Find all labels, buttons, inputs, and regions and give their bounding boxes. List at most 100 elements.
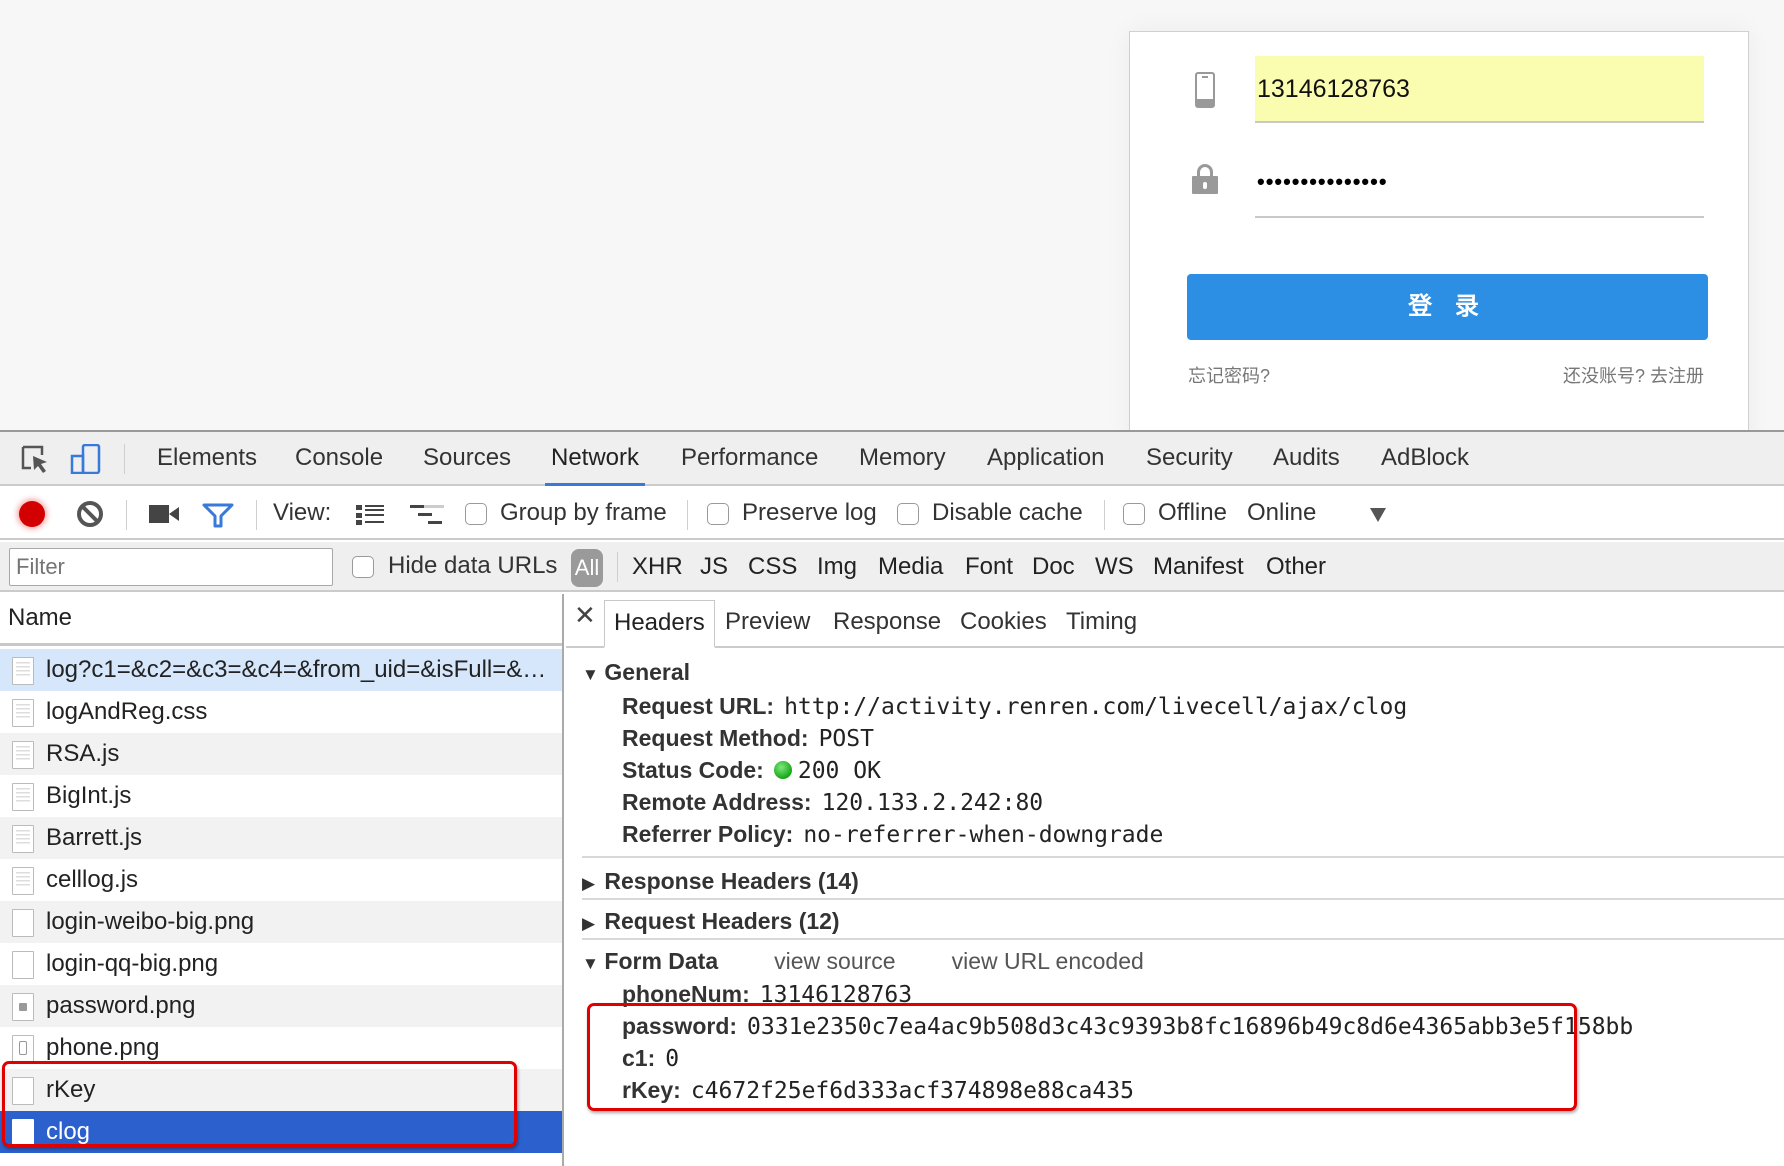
document-file-icon	[12, 825, 34, 853]
register-link[interactable]: 还没账号? 去注册	[1563, 362, 1704, 388]
request-url-row: Request URL: http://activity.renren.com/l…	[622, 693, 1408, 720]
document-file-icon	[12, 867, 34, 895]
throttling-select[interactable]: Online	[1247, 499, 1316, 527]
password-input[interactable]: •••••••••••••••	[1255, 150, 1704, 218]
request-name: clog	[46, 1118, 91, 1145]
request-headers-toggle[interactable]: ▶ Request Headers (12)	[582, 908, 840, 935]
request-name: BigInt.js	[46, 782, 132, 809]
request-row[interactable]: login-qq-big.png	[0, 943, 562, 985]
forgot-password-link[interactable]: 忘记密码?	[1188, 362, 1270, 388]
devtools-tab-bar: Elements Console Sources Network Perform…	[0, 432, 1784, 486]
inspect-element-icon[interactable]	[20, 444, 50, 474]
form-data-toggle[interactable]: ▼ Form Data view source view URL encoded	[582, 948, 1144, 975]
request-url-value: http://activity.renren.com/livecell/ajax…	[784, 694, 1408, 720]
filter-type-img[interactable]: Img	[817, 542, 857, 592]
name-column-header[interactable]: Name	[0, 594, 562, 646]
request-row[interactable]: clog	[0, 1111, 562, 1153]
tab-response[interactable]: Response	[824, 600, 950, 648]
filter-type-css[interactable]: CSS	[748, 542, 797, 592]
request-row[interactable]: phone.png	[0, 1027, 562, 1069]
general-title: General	[604, 659, 691, 685]
filter-bar: Hide data URLs All XHR JS CSS Img Media …	[0, 542, 1784, 592]
request-row[interactable]: password.png	[0, 985, 562, 1027]
filter-input[interactable]	[9, 548, 333, 586]
filter-type-ws[interactable]: WS	[1095, 542, 1134, 592]
request-row[interactable]: Barrett.js	[0, 817, 562, 859]
request-name: RSA.js	[46, 740, 120, 767]
filter-type-manifest[interactable]: Manifest	[1153, 542, 1244, 592]
filter-type-other[interactable]: Other	[1266, 542, 1326, 592]
tab-audits[interactable]: Audits	[1273, 432, 1340, 484]
request-row[interactable]: logAndReg.css	[0, 691, 562, 733]
request-row[interactable]: BigInt.js	[0, 775, 562, 817]
device-toolbar-icon[interactable]	[70, 444, 102, 474]
tab-security[interactable]: Security	[1146, 432, 1233, 484]
large-rows-icon[interactable]	[356, 504, 384, 526]
tab-console[interactable]: Console	[295, 432, 383, 484]
close-icon[interactable]: ✕	[574, 600, 596, 631]
response-headers-toggle[interactable]: ▶ Response Headers (14)	[582, 868, 859, 895]
request-row[interactable]: celllog.js	[0, 859, 562, 901]
filter-type-xhr[interactable]: XHR	[632, 542, 683, 592]
tab-sources[interactable]: Sources	[423, 432, 511, 484]
toolbar-divider	[124, 444, 125, 474]
view-source-link[interactable]: view source	[774, 948, 895, 974]
tab-network[interactable]: Network	[544, 432, 646, 486]
filter-type-doc[interactable]: Doc	[1032, 542, 1075, 592]
request-name: log?c1=&c2=&c3=&c4=&from_uid=&isFull=&…	[46, 656, 547, 683]
request-row[interactable]: log?c1=&c2=&c3=&c4=&from_uid=&isFull=&…	[0, 649, 562, 691]
hide-data-urls-checkbox[interactable]	[352, 556, 374, 578]
preserve-log-checkbox[interactable]	[707, 503, 729, 525]
triangle-right-icon: ▶	[582, 874, 596, 893]
document-file-icon	[12, 741, 34, 769]
status-code-row: Status Code: 200 OK	[622, 757, 881, 784]
request-row[interactable]: rKey	[0, 1069, 562, 1111]
blank-file-icon	[12, 909, 34, 937]
blank-file-icon	[12, 1077, 34, 1105]
record-button[interactable]	[19, 501, 45, 527]
phone-input[interactable]: 13146128763	[1255, 56, 1704, 123]
tab-application[interactable]: Application	[987, 432, 1104, 484]
request-row[interactable]: login-weibo-big.png	[0, 901, 562, 943]
remote-address-row: Remote Address: 120.133.2.242:80	[622, 789, 1044, 816]
filter-funnel-icon[interactable]	[202, 502, 234, 528]
tab-headers[interactable]: Headers	[604, 600, 715, 648]
filter-divider	[617, 552, 618, 582]
clear-icon[interactable]	[77, 501, 103, 527]
view-url-encoded-link[interactable]: view URL encoded	[952, 948, 1144, 974]
toolbar-divider	[1104, 500, 1105, 530]
tab-performance[interactable]: Performance	[681, 432, 818, 484]
section-divider	[582, 856, 1784, 858]
web-page: 13146128763 ••••••••••••••• 登 录 忘记密码? 还没…	[0, 0, 1784, 451]
tab-memory[interactable]: Memory	[859, 432, 946, 484]
blank-file-icon	[12, 1119, 34, 1147]
referrer-policy-row: Referrer Policy: no-referrer-when-downgra…	[622, 821, 1164, 848]
disable-cache-checkbox[interactable]	[897, 503, 919, 525]
tab-timing[interactable]: Timing	[1057, 600, 1146, 648]
tab-elements[interactable]: Elements	[157, 432, 257, 484]
document-file-icon	[12, 657, 34, 685]
triangle-down-icon: ▼	[582, 954, 599, 973]
tab-preview[interactable]: Preview	[716, 600, 819, 648]
blank-file-icon	[12, 951, 34, 979]
group-by-frame-checkbox[interactable]	[465, 503, 487, 525]
overview-icon[interactable]	[410, 504, 444, 526]
request-method-value: POST	[818, 726, 874, 752]
tab-adblock[interactable]: AdBlock	[1381, 432, 1469, 484]
request-name: password.png	[46, 992, 196, 1019]
view-label: View:	[273, 499, 332, 526]
tab-cookies[interactable]: Cookies	[951, 600, 1056, 648]
login-button[interactable]: 登 录	[1187, 274, 1708, 340]
status-code-value: 200 OK	[797, 758, 881, 784]
filter-type-js[interactable]: JS	[700, 542, 728, 592]
request-name: rKey	[46, 1076, 96, 1103]
filter-type-media[interactable]: Media	[878, 542, 943, 592]
filter-type-all[interactable]: All	[571, 549, 603, 587]
chevron-down-icon[interactable]	[1370, 508, 1386, 522]
offline-checkbox[interactable]	[1123, 503, 1145, 525]
devtools-panel: Elements Console Sources Network Perform…	[0, 430, 1784, 1166]
general-section-toggle[interactable]: ▼ General	[582, 659, 690, 686]
filter-type-font[interactable]: Font	[965, 542, 1013, 592]
capture-screenshots-icon[interactable]	[149, 505, 179, 523]
request-row[interactable]: RSA.js	[0, 733, 562, 775]
